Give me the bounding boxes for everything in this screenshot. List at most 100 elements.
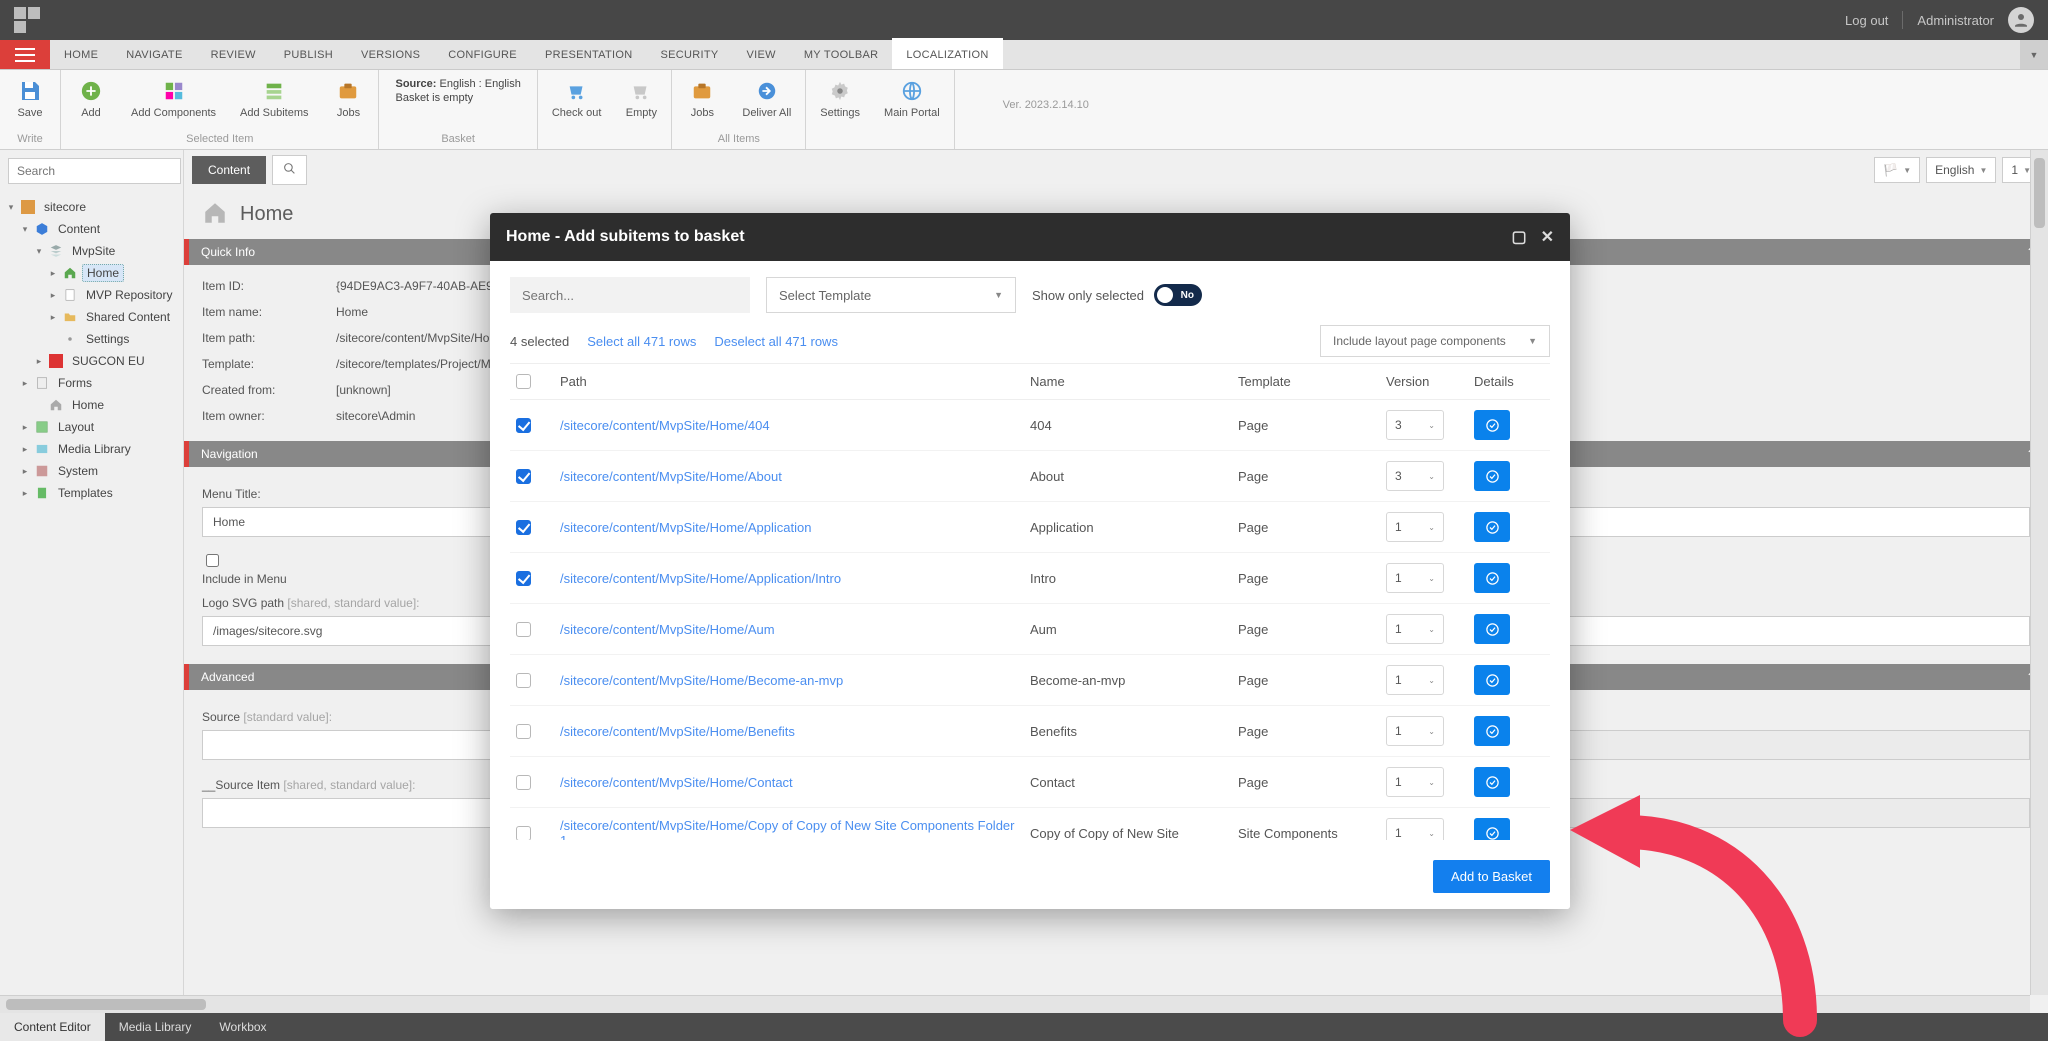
jobs-button[interactable]: Jobs	[326, 76, 370, 121]
row-details-button[interactable]	[1474, 665, 1510, 695]
add-components-button[interactable]: Add Components	[125, 76, 222, 121]
tree-toggle-icon[interactable]: ▸	[20, 466, 30, 477]
settings-button[interactable]: Settings	[814, 76, 866, 121]
ribbon-tab-security[interactable]: SECURITY	[646, 40, 732, 69]
tree-toggle-icon[interactable]: ▸	[20, 488, 30, 499]
checkout-button[interactable]: Check out	[546, 76, 608, 121]
row-version-select[interactable]: 1⌄	[1386, 665, 1444, 695]
tree-node-sugcon-eu[interactable]: ▸SUGCON EU	[6, 350, 183, 372]
row-checkbox[interactable]	[516, 469, 531, 484]
ribbon-tab-configure[interactable]: CONFIGURE	[434, 40, 531, 69]
avatar-icon[interactable]	[2008, 7, 2034, 33]
horizontal-scrollbar[interactable]	[0, 995, 2030, 1013]
row-path-link[interactable]: /sitecore/content/MvpSite/Home/About	[560, 469, 1022, 484]
deselect-all-link[interactable]: Deselect all 471 rows	[714, 334, 838, 349]
row-checkbox[interactable]	[516, 622, 531, 637]
add-button[interactable]: Add	[69, 76, 113, 121]
deliver-all-button[interactable]: Deliver All	[736, 76, 797, 121]
row-path-link[interactable]: /sitecore/content/MvpSite/Home/Applicati…	[560, 571, 1022, 586]
menu-icon[interactable]	[0, 40, 50, 69]
tab-search-icon[interactable]	[272, 155, 307, 185]
tree-toggle-icon[interactable]: ▾	[6, 202, 16, 213]
row-path-link[interactable]: /sitecore/content/MvpSite/Home/Contact	[560, 775, 1022, 790]
row-details-button[interactable]	[1474, 614, 1510, 644]
row-checkbox[interactable]	[516, 418, 531, 433]
close-icon[interactable]: ✕	[1541, 227, 1554, 247]
row-version-select[interactable]: 1⌄	[1386, 563, 1444, 593]
language-dropdown[interactable]: English▼	[1926, 157, 1996, 183]
tree-toggle-icon[interactable]: ▸	[48, 290, 58, 301]
jobs-all-button[interactable]: Jobs	[680, 76, 724, 121]
tree-toggle-icon[interactable]: ▸	[20, 444, 30, 455]
row-details-button[interactable]	[1474, 410, 1510, 440]
add-to-basket-button[interactable]: Add to Basket	[1433, 860, 1550, 893]
include-in-menu-checkbox[interactable]	[206, 554, 219, 567]
row-version-select[interactable]: 1⌄	[1386, 716, 1444, 746]
row-path-link[interactable]: /sitecore/content/MvpSite/Home/Applicati…	[560, 520, 1022, 535]
tree-node-mvp-repository[interactable]: ▸MVP Repository	[6, 284, 183, 306]
tree-node-sitecore[interactable]: ▾sitecore	[6, 196, 183, 218]
ribbon-tab-home[interactable]: HOME	[50, 40, 112, 69]
bottom-tab-workbox[interactable]: Workbox	[205, 1013, 280, 1041]
tree-node-content[interactable]: ▾Content	[6, 218, 183, 240]
tab-content[interactable]: Content	[192, 156, 266, 184]
row-checkbox[interactable]	[516, 673, 531, 688]
search-input[interactable]	[8, 158, 181, 184]
row-path-link[interactable]: /sitecore/content/MvpSite/Home/Aum	[560, 622, 1022, 637]
ribbon-tab-review[interactable]: REVIEW	[197, 40, 270, 69]
row-path-link[interactable]: /sitecore/content/MvpSite/Home/Copy of C…	[560, 818, 1022, 840]
ribbon-tab-view[interactable]: VIEW	[733, 40, 790, 69]
modal-search-input[interactable]	[510, 277, 750, 313]
tree-toggle-icon[interactable]: ▸	[34, 356, 44, 367]
row-details-button[interactable]	[1474, 563, 1510, 593]
tree-toggle-icon[interactable]: ▸	[48, 312, 58, 323]
row-details-button[interactable]	[1474, 512, 1510, 542]
show-only-selected-toggle[interactable]: No	[1154, 284, 1202, 306]
tree-node-forms[interactable]: ▸Forms	[6, 372, 183, 394]
row-path-link[interactable]: /sitecore/content/MvpSite/Home/Become-an…	[560, 673, 1022, 688]
tree-node-layout[interactable]: ▸Layout	[6, 416, 183, 438]
ribbon-tab-my-toolbar[interactable]: MY TOOLBAR	[790, 40, 893, 69]
select-all-link[interactable]: Select all 471 rows	[587, 334, 696, 349]
row-checkbox[interactable]	[516, 724, 531, 739]
row-details-button[interactable]	[1474, 818, 1510, 840]
row-version-select[interactable]: 3⌄	[1386, 410, 1444, 440]
tree-node-templates[interactable]: ▸Templates	[6, 482, 183, 504]
tree-node-mvpsite[interactable]: ▾MvpSite	[6, 240, 183, 262]
ribbon-tab-versions[interactable]: VERSIONS	[347, 40, 434, 69]
include-layout-select[interactable]: Include layout page components▼	[1320, 325, 1550, 357]
maximize-icon[interactable]: ▢	[1511, 227, 1526, 247]
row-details-button[interactable]	[1474, 461, 1510, 491]
ribbon-tab-navigate[interactable]: NAVIGATE	[112, 40, 196, 69]
row-version-select[interactable]: 1⌄	[1386, 614, 1444, 644]
ribbon-tab-localization[interactable]: LOCALIZATION	[892, 38, 1002, 69]
bottom-tab-content-editor[interactable]: Content Editor	[0, 1013, 105, 1041]
row-version-select[interactable]: 1⌄	[1386, 818, 1444, 840]
row-checkbox[interactable]	[516, 775, 531, 790]
save-button[interactable]: Save	[8, 76, 52, 121]
row-version-select[interactable]: 3⌄	[1386, 461, 1444, 491]
current-user[interactable]: Administrator	[1917, 13, 1994, 28]
ribbon-tab-presentation[interactable]: PRESENTATION	[531, 40, 647, 69]
tree-node-home[interactable]: ▸Home	[6, 262, 183, 284]
empty-button[interactable]: Empty	[619, 76, 663, 121]
select-all-checkbox[interactable]	[516, 374, 531, 389]
tree-toggle-icon[interactable]: ▸	[20, 378, 30, 389]
logout-link[interactable]: Log out	[1845, 13, 1888, 28]
row-checkbox[interactable]	[516, 520, 531, 535]
ribbon-collapse-button[interactable]: ▼	[2020, 40, 2048, 69]
row-checkbox[interactable]	[516, 826, 531, 841]
tree-toggle-icon[interactable]: ▾	[20, 224, 30, 235]
ribbon-tab-publish[interactable]: PUBLISH	[270, 40, 347, 69]
tree-toggle-icon[interactable]: ▾	[34, 246, 44, 257]
bottom-tab-media-library[interactable]: Media Library	[105, 1013, 206, 1041]
template-select[interactable]: Select Template▼	[766, 277, 1016, 313]
tree-toggle-icon[interactable]: ▸	[20, 422, 30, 433]
vertical-scrollbar[interactable]	[2030, 150, 2048, 995]
tree-node-home[interactable]: Home	[6, 394, 183, 416]
tree-toggle-icon[interactable]: ▸	[48, 268, 58, 279]
row-details-button[interactable]	[1474, 716, 1510, 746]
add-subitems-button[interactable]: Add Subitems	[234, 76, 314, 121]
row-path-link[interactable]: /sitecore/content/MvpSite/Home/Benefits	[560, 724, 1022, 739]
row-details-button[interactable]	[1474, 767, 1510, 797]
